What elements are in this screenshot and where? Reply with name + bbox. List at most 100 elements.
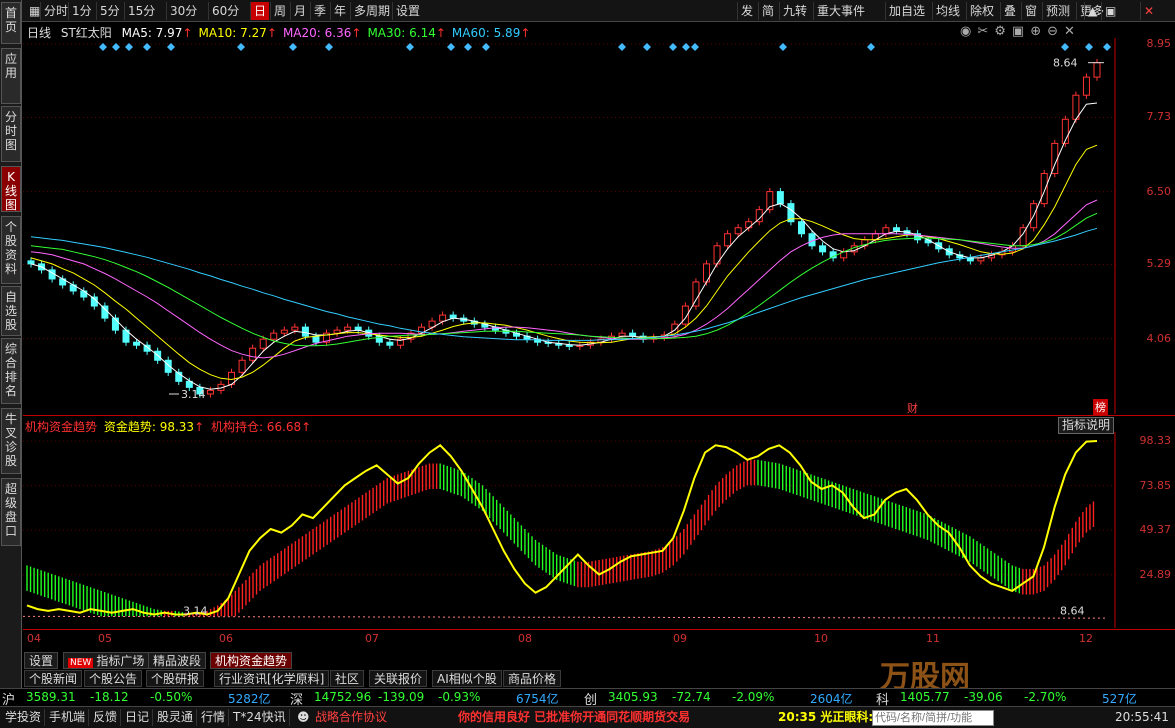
toolbar-right-5[interactable]: 均线 bbox=[932, 2, 963, 20]
period-5[interactable]: 60分 bbox=[208, 2, 242, 20]
toolbar-right-9[interactable]: 预测 bbox=[1042, 2, 1073, 20]
panel-tab-1[interactable]: NEW 指标广场 bbox=[63, 652, 150, 669]
candle-body bbox=[259, 338, 267, 349]
candle-body bbox=[797, 221, 805, 235]
period-2[interactable]: 5分 bbox=[96, 2, 123, 20]
panel-tab-label: 设置 bbox=[29, 654, 54, 668]
toolbar-right-8[interactable]: 窗 bbox=[1021, 2, 1040, 20]
candle-body bbox=[27, 260, 35, 265]
xtick: 08 bbox=[518, 632, 532, 645]
bottom-item-1[interactable]: 手机端 bbox=[46, 709, 90, 726]
panel-tab-3[interactable]: 机构资金趋势 bbox=[210, 652, 293, 669]
finance-marker[interactable]: 财 bbox=[907, 400, 918, 416]
bottom-item-5[interactable]: 行情 bbox=[198, 709, 230, 726]
news-tab-0[interactable]: 个股新闻 bbox=[24, 670, 83, 687]
index-pct: -2.09% bbox=[732, 690, 775, 704]
xaxis-line bbox=[23, 629, 1175, 630]
left-tab-4[interactable]: 个股资料 bbox=[1, 216, 21, 284]
index-change: -139.09 bbox=[378, 690, 425, 704]
panel-tab-2[interactable]: 精品波段 bbox=[148, 652, 207, 669]
news-tab-6[interactable]: AI相似个股 bbox=[432, 670, 502, 687]
eye-icon[interactable]: ◉ bbox=[960, 24, 977, 39]
settings-icon[interactable]: ⚙ bbox=[994, 24, 1012, 39]
news-tab-1[interactable]: 个股公告 bbox=[84, 670, 143, 687]
left-tab-label: 个股资料 bbox=[4, 220, 17, 276]
ticker-text[interactable]: 你的信用良好 已批准你开通同花顺期货交易 bbox=[455, 709, 693, 726]
period-0[interactable]: 分时 bbox=[40, 2, 71, 20]
ytick: 6.50 bbox=[1146, 184, 1172, 198]
left-tab-8[interactable]: 超级盘口 bbox=[1, 478, 21, 546]
news-tab-4[interactable]: 社区 bbox=[330, 670, 365, 687]
scissors-icon[interactable]: ✂ bbox=[977, 24, 994, 39]
period-4[interactable]: 30分 bbox=[166, 2, 200, 20]
toolbar-right-1[interactable]: 简 bbox=[758, 2, 777, 20]
lock-icon[interactable]: ▣ bbox=[1012, 24, 1030, 39]
panel-tab-label: 机构资金趋势 bbox=[215, 654, 288, 668]
promo-link[interactable]: 战略合作协议 bbox=[312, 709, 390, 726]
left-tab-5[interactable]: 自选股 bbox=[1, 286, 21, 336]
indicator-chart[interactable]: 3.14 8.64 bbox=[23, 432, 1116, 628]
xtick: 06 bbox=[219, 632, 233, 645]
news-tab-3[interactable]: 行业资讯[化学原料] bbox=[214, 670, 330, 687]
news-tab-7[interactable]: 商品价格 bbox=[503, 670, 562, 687]
candle-body bbox=[724, 233, 732, 247]
zoom-out-icon[interactable]: ⊖ bbox=[1047, 24, 1064, 39]
toolbar-right-0[interactable]: 发 bbox=[737, 2, 756, 20]
period-11[interactable]: 多周期 bbox=[350, 2, 393, 20]
event-marker bbox=[867, 43, 875, 51]
period-7[interactable]: 周 bbox=[270, 2, 289, 20]
period-8[interactable]: 月 bbox=[290, 2, 309, 20]
news-tab-2[interactable]: 个股研报 bbox=[146, 670, 205, 687]
toolbar-right-6[interactable]: 除权 bbox=[966, 2, 997, 20]
window-close-icon[interactable]: ✕ bbox=[1140, 2, 1157, 20]
bottom-item-4[interactable]: 股灵通 bbox=[154, 709, 198, 726]
left-tab-6[interactable]: 综合排名 bbox=[1, 338, 21, 404]
rank-marker[interactable]: 榜 bbox=[1093, 399, 1108, 415]
candle-body bbox=[819, 245, 827, 253]
left-tab-0[interactable]: 首页 bbox=[1, 2, 21, 44]
period-12[interactable]: 设置 bbox=[392, 2, 423, 20]
candle-body bbox=[344, 326, 352, 331]
period-10[interactable]: 年 bbox=[330, 2, 349, 20]
xtick: 10 bbox=[814, 632, 828, 645]
index-price[interactable]: 3405.93 bbox=[608, 690, 658, 704]
left-tab-2[interactable]: 分时图 bbox=[1, 106, 21, 162]
candle-body bbox=[1040, 173, 1048, 205]
kline-chart[interactable]: 8.64 3.14 bbox=[23, 38, 1116, 414]
news-tab-5[interactable]: 关联报价 bbox=[369, 670, 428, 687]
zoom-in-icon[interactable]: ⊕ bbox=[1030, 24, 1047, 39]
bottom-item-3[interactable]: 日记 bbox=[122, 709, 154, 726]
event-marker bbox=[112, 43, 120, 51]
close-icon[interactable]: ✕ bbox=[1064, 24, 1081, 39]
index-price[interactable]: 14752.96 bbox=[314, 690, 371, 704]
index-price[interactable]: 1405.77 bbox=[900, 690, 950, 704]
index-price[interactable]: 3589.31 bbox=[26, 690, 76, 704]
xtick: 12 bbox=[1079, 632, 1093, 645]
search-input[interactable] bbox=[872, 710, 994, 726]
window-restore-icon[interactable]: ▣ bbox=[1101, 2, 1119, 20]
news-flash[interactable]: 20:35 光正眼科: bbox=[775, 709, 876, 726]
bottom-item-6[interactable]: T*24快讯 bbox=[230, 709, 290, 726]
ytick: 8.95 bbox=[1146, 37, 1172, 50]
left-tab-3[interactable]: K线图 bbox=[1, 166, 21, 212]
chart-tools: ◉✂⚙▣⊕⊖✕ bbox=[960, 24, 1081, 39]
left-sidebar: 首页应用分时图 K线图个股资料自选股综合排名牛叉诊股超级盘口 bbox=[0, 0, 22, 728]
bottom-item-0[interactable]: 学投资 bbox=[2, 709, 46, 726]
toolbar-right-2[interactable]: 九转 bbox=[779, 2, 810, 20]
toolbar-right-3[interactable]: 重大事件 bbox=[813, 2, 868, 20]
period-3[interactable]: 15分 bbox=[124, 2, 158, 20]
left-tab-7[interactable]: 牛叉诊股 bbox=[1, 408, 21, 474]
top-toolbar: ▦ 分时 1分 5分 15分 30分 60分日周月季年多周期 设置发简九转 重大事件 加自选 均线除… bbox=[0, 0, 1175, 22]
bottom-item-2[interactable]: 反馈 bbox=[90, 709, 122, 726]
period-9[interactable]: 季 bbox=[310, 2, 329, 20]
toolbar-right-4[interactable]: 加自选 bbox=[885, 2, 928, 20]
index-change: -39.06 bbox=[964, 690, 1003, 704]
panel-tab-label: 精品波段 bbox=[153, 654, 202, 668]
period-6[interactable]: 日 bbox=[250, 2, 270, 20]
panel-tab-0[interactable]: 设置 bbox=[24, 652, 59, 669]
left-tab-label: 首页 bbox=[4, 6, 17, 34]
window-minimize-icon[interactable]: ▲ bbox=[1084, 2, 1100, 20]
toolbar-right-7[interactable]: 叠 bbox=[1000, 2, 1019, 20]
period-1[interactable]: 1分 bbox=[68, 2, 95, 20]
left-tab-1[interactable]: 应用 bbox=[1, 48, 21, 104]
